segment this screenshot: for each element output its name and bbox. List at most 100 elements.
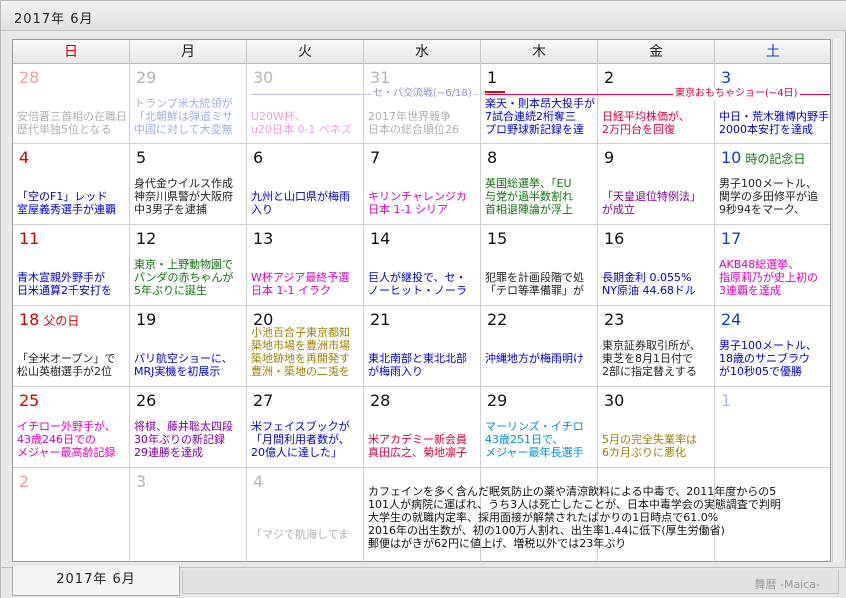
news-item[interactable]: u20日本 0-1 ベネズ (251, 123, 362, 136)
day-cell[interactable]: 24 男子100メートル、 18歳のサニブラウ が10秒05で優勝 (715, 306, 830, 387)
news-item[interactable]: 「空のF1」レッド (17, 190, 128, 203)
news-item[interactable]: 29連勝を達成 (134, 446, 245, 459)
day-cell[interactable]: 31 2017年世界競争 日本の総合順位26 (364, 64, 481, 144)
span-event[interactable]: 東京おもちゃショー(~4日) (485, 88, 830, 102)
news-item[interactable]: 長期金利 0.055% (602, 271, 713, 284)
day-cell[interactable]: 15 犯罪を計画段階で処 「テロ等準備罪」が (481, 225, 598, 306)
day-cell[interactable]: 3 中日・荒木雅博内野手 2000本安打を達成 (715, 64, 830, 144)
news-item[interactable]: パンダの赤ちゃんが (134, 271, 245, 284)
day-cell[interactable]: 27 米フェイスブックが 「月間利用者数が、 20億人に達した」 (247, 387, 364, 468)
news-item[interactable]: 安倍晋三首相の在職日 (17, 110, 128, 123)
day-cell[interactable]: 16 長期金利 0.055% NY原油 44.68ドル (598, 225, 715, 306)
news-item[interactable]: U20W杯、 (251, 110, 362, 123)
day-cell[interactable]: 11 青木宣親外野手が 日米通算2千安打を (13, 225, 130, 306)
news-item[interactable]: 室屋義秀選手が連覇 (17, 203, 128, 216)
news-item[interactable]: キリンチャレンジカ (368, 190, 479, 203)
news-item[interactable]: 30年ぶりの新記録 (134, 433, 245, 446)
news-item[interactable]: 歴代単独5位となる (17, 123, 128, 136)
news-item[interactable]: 米フェイスブックが (251, 420, 362, 433)
news-item[interactable]: 沖縄地方が梅雨明け (485, 352, 596, 365)
news-item[interactable]: 日経平均株価が、 (602, 110, 713, 123)
day-cell[interactable]: 5 身代金ウイルス作成 神奈川県警が大阪府 中3男子を逮捕 (130, 144, 247, 225)
news-item[interactable]: 「マジで航海してま (251, 528, 362, 541)
day-cell[interactable]: 3 (130, 468, 247, 561)
day-cell[interactable]: 9 「天皇退位特例法」 が成立 (598, 144, 715, 225)
day-cell[interactable]: 22 沖縄地方が梅雨明け (481, 306, 598, 387)
day-cell[interactable]: 7 キリンチャレンジカ 日本 1-1 シリア (364, 144, 481, 225)
news-item[interactable]: 豊洲・築地の二兎を (251, 365, 362, 378)
news-item[interactable]: 「月間利用者数が、 (251, 433, 362, 446)
day-cell[interactable]: 30 U20W杯、 u20日本 0-1 ベネズ (247, 64, 364, 144)
news-item[interactable]: トランプ米大統領が (134, 97, 245, 110)
news-item[interactable]: 3連覇を達成 (719, 284, 830, 297)
day-cell[interactable]: 1 楽天・則本昂大投手が 7試合連続2桁奪三 プロ野球新記録を達 (481, 64, 598, 144)
day-cell[interactable]: 4 「マジで航海してま (247, 468, 364, 561)
day-cell[interactable]: 23 東京証券取引所が、 東芝を8月1日付で 2部に指定替えする (598, 306, 715, 387)
day-cell[interactable]: 14 巨人が継投で、セ・ ノーヒット・ノーラ (364, 225, 481, 306)
day-cell[interactable]: 25 イチロー外野手が、 43歳246日での メジャー最高齢記録 (13, 387, 130, 468)
news-item[interactable]: 神奈川県警が大阪府 (134, 190, 245, 203)
news-item[interactable]: NY原油 44.68ドル (602, 284, 713, 297)
news-item[interactable]: 青木宣親外野手が (17, 271, 128, 284)
news-item[interactable]: 6カ月ぶりに悪化 (602, 446, 713, 459)
news-item[interactable]: 18歳のサニブラウ (719, 352, 830, 365)
day-cell[interactable]: 30 5月の完全失業率は 6カ月ぶりに悪化 (598, 387, 715, 468)
news-item[interactable]: イチロー外野手が、 (17, 420, 128, 433)
news-item[interactable]: 男子100メートル、 (719, 177, 830, 190)
news-item[interactable]: 与党が過半数割れ (485, 190, 596, 203)
news-item[interactable]: 43歳246日での (17, 433, 128, 446)
news-item[interactable]: 日本 1-1 イラク (251, 284, 362, 297)
day-cell[interactable]: 10 時の記念日 男子100メートル、 関学の多田修平が追 9秒94をマーク、 (715, 144, 830, 225)
news-item[interactable]: 「テロ等準備罪」が (485, 284, 596, 297)
news-item[interactable]: 小池百合子東京都知 (251, 326, 362, 339)
day-cell[interactable]: 29 マーリンズ・イチロ 43歳251日で、 メジャー最年長選手 (481, 387, 598, 468)
news-item[interactable]: プロ野球新記録を達 (485, 123, 596, 136)
news-item[interactable]: 43歳251日で、 (485, 433, 596, 446)
news-item[interactable]: が成立 (602, 203, 713, 216)
news-item[interactable]: 米アカデミー新会員 (368, 433, 479, 446)
news-item[interactable]: 2017年世界競争 (368, 110, 479, 123)
news-item[interactable]: 真田広之、菊地凛子 (368, 446, 479, 459)
news-item[interactable]: マーリンズ・イチロ (485, 420, 596, 433)
news-item[interactable]: ノーヒット・ノーラ (368, 284, 479, 297)
news-item[interactable]: W杯アジア最終予選 (251, 271, 362, 284)
news-item[interactable]: 中国に対して大変無 (134, 123, 245, 136)
news-item[interactable]: 「天皇退位特例法」 (602, 190, 713, 203)
news-item[interactable]: 将棋、藤井聡太四段 (134, 420, 245, 433)
news-item[interactable]: 英国総選挙、「EU (485, 177, 596, 190)
news-item[interactable]: 巨人が継投で、セ・ (368, 271, 479, 284)
news-item[interactable]: 5月の完全失業率は (602, 433, 713, 446)
news-item[interactable]: 中日・荒木雅博内野手 (719, 110, 830, 123)
news-item[interactable]: 2部に指定替えする (602, 365, 713, 378)
news-item[interactable]: 東京・上野動物園で (134, 258, 245, 271)
day-cell[interactable]: 1 (715, 387, 830, 468)
news-item[interactable]: 首相退陣論が浮上 (485, 203, 596, 216)
day-cell[interactable]: 17 AKB48総選挙、 指原莉乃が史上初の 3連覇を達成 (715, 225, 830, 306)
vertical-scrollbar[interactable] (832, 39, 842, 562)
span-event[interactable]: セ・パ交流戦(~6/18) (251, 88, 477, 102)
day-cell[interactable]: 13 W杯アジア最終予選 日本 1-1 イラク (247, 225, 364, 306)
news-item[interactable]: 東北南部と東北北部 (368, 352, 479, 365)
tab-month[interactable]: 2017年 6月 (12, 566, 180, 596)
news-item[interactable]: 東芝を8月1日付で (602, 352, 713, 365)
news-item[interactable]: 築地跡地を再開発す (251, 352, 362, 365)
day-cell[interactable]: 21 東北南部と東北北部 が梅雨入り (364, 306, 481, 387)
news-item[interactable]: 20億人に達した」 (251, 446, 362, 459)
day-cell[interactable]: 19 パリ航空ショーに、 MRJ実機を初展示 (130, 306, 247, 387)
news-item[interactable]: AKB48総選挙、 (719, 258, 830, 271)
news-item[interactable]: 九州と山口県が梅雨 (251, 190, 362, 203)
day-cell[interactable]: 6 九州と山口県が梅雨 入り (247, 144, 364, 225)
day-cell[interactable]: 2 (13, 468, 130, 561)
news-item[interactable]: 松山英樹選手が2位 (17, 365, 128, 378)
news-item[interactable]: メジャー最高齢記録 (17, 446, 128, 459)
day-cell[interactable]: 8 英国総選挙、「EU 与党が過半数割れ 首相退陣論が浮上 (481, 144, 598, 225)
news-item[interactable]: MRJ実機を初展示 (134, 365, 245, 378)
news-item[interactable]: 関学の多田修平が追 (719, 190, 830, 203)
news-item[interactable]: 入り (251, 203, 362, 216)
day-cell[interactable]: 28 安倍晋三首相の在職日 歴代単独5位となる (13, 64, 130, 144)
day-cell[interactable]: 20 小池百合子東京都知 築地市場を豊洲市場 築地跡地を再開発す 豊洲・築地の二兎を (247, 306, 364, 387)
day-cell[interactable]: 26 将棋、藤井聡太四段 30年ぶりの新記録 29連勝を達成 (130, 387, 247, 468)
news-item[interactable]: 中3男子を逮捕 (134, 203, 245, 216)
news-item[interactable]: 2000本安打を達成 (719, 123, 830, 136)
news-item[interactable]: 日米通算2千安打を (17, 284, 128, 297)
